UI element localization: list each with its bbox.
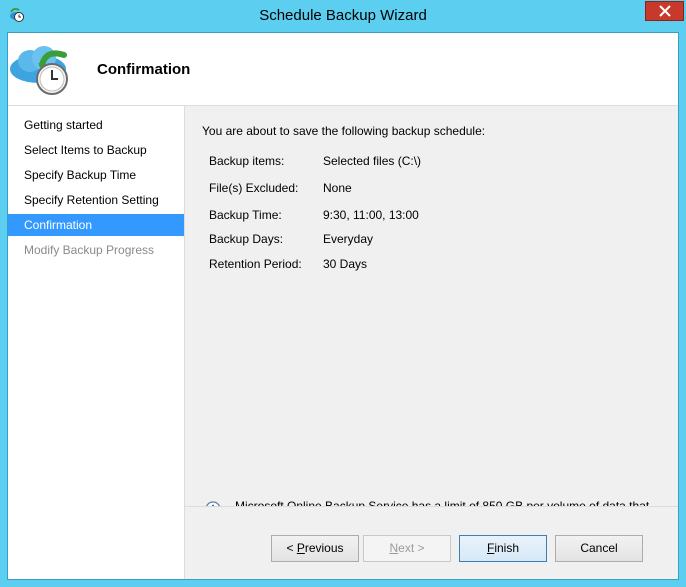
intro-text: You are about to save the following back… — [202, 124, 486, 138]
cancel-button[interactable]: Cancel — [555, 535, 643, 562]
backup-items-value: Selected files (C:\) — [323, 154, 422, 168]
sidebar-item-retention[interactable]: Specify Retention Setting — [8, 189, 184, 211]
backup-days-value: Everyday — [323, 232, 374, 246]
finish-button-label: inish — [494, 541, 520, 555]
sidebar-item-modify-progress: Modify Backup Progress — [24, 243, 155, 257]
page-title: Confirmation — [97, 61, 191, 78]
previous-button[interactable]: < Previous — [271, 535, 359, 562]
finish-button[interactable]: Finish — [459, 535, 547, 562]
next-button-accel: N — [389, 541, 399, 555]
next-button-label: ext > — [398, 541, 425, 555]
sidebar-item-backup-time[interactable]: Specify Backup Time — [8, 164, 184, 186]
wizard-content: Confirmation Getting started Select Item… — [7, 32, 679, 580]
files-excluded-value: None — [323, 181, 352, 195]
backup-days-label: Backup Days: — [209, 232, 284, 246]
window-title: Schedule Backup Wizard — [259, 7, 427, 24]
sidebar-item-confirmation[interactable]: Confirmation — [8, 214, 184, 236]
wizard-window: Schedule Backup Wizard Confirmation Gett… — [0, 0, 686, 587]
wizard-header: Confirmation — [8, 33, 678, 106]
confirmation-panel: You are about to save the following back… — [185, 106, 678, 529]
cloud-backup-clock-icon — [10, 46, 68, 95]
sidebar-item-select-items[interactable]: Select Items to Backup — [8, 139, 184, 161]
sidebar-item-getting-started[interactable]: Getting started — [8, 114, 184, 136]
previous-button-accel: P — [296, 541, 305, 555]
backup-time-label: Backup Time: — [209, 208, 282, 222]
files-excluded-label: File(s) Excluded: — [209, 181, 299, 195]
backup-items-label: Backup items: — [209, 154, 285, 168]
wizard-steps-sidebar: Getting started Select Items to Backup S… — [8, 106, 185, 579]
title-bar[interactable]: Schedule Backup Wizard — [0, 0, 686, 32]
next-button: Next > — [363, 535, 451, 562]
retention-period-value: 30 Days — [323, 257, 368, 271]
previous-button-label: revious — [304, 541, 344, 555]
retention-period-label: Retention Period: — [209, 257, 302, 271]
previous-button-prefix: < — [286, 541, 297, 555]
backup-time-value: 9:30, 11:00, 13:00 — [323, 208, 419, 222]
close-button[interactable] — [645, 1, 684, 21]
close-icon — [658, 5, 671, 17]
wizard-footer: < Previous Next > Finish Cancel — [185, 506, 678, 579]
